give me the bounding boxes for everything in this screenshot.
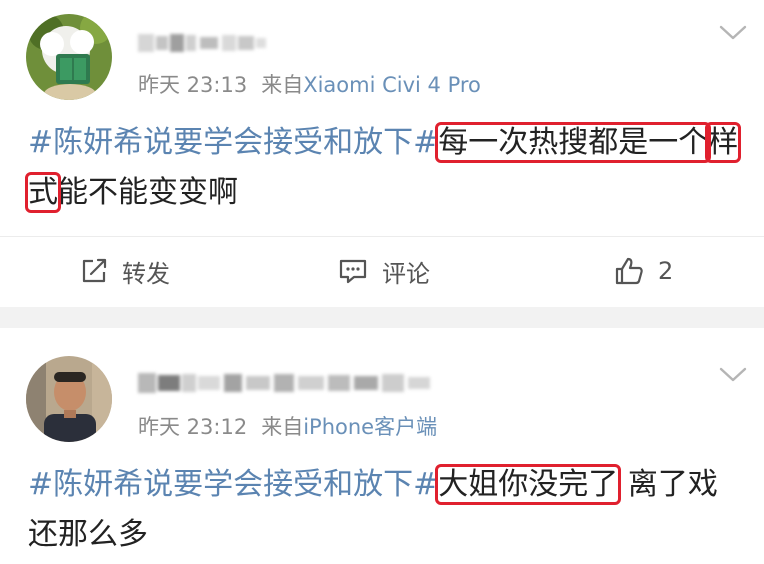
avatar-image (26, 14, 112, 100)
action-bar: 转发 评论 2 (0, 236, 764, 301)
repost-button[interactable]: 转发 (80, 255, 170, 288)
repost-icon (82, 258, 107, 283)
post-text: #陈妍希说要学会接受和放下#每一次热搜都是一个样式能不能变变啊 (24, 118, 746, 218)
post-meta: 昨天 23:13 来自Xiaomi Civi 4 Pro (138, 72, 481, 98)
post-source[interactable]: iPhone客户端 (303, 415, 437, 439)
comment-icon (339, 259, 367, 284)
post-text-tail: 能不能变变啊 (58, 175, 238, 210)
feed-post: 昨天 23:12 来自iPhone客户端 #陈妍希说要学会接受和放下#大姐你没完了… (0, 328, 764, 564)
username-blurred[interactable] (138, 30, 266, 56)
feed-separator (0, 307, 764, 328)
post-time: 昨天 23:12 (138, 415, 248, 439)
comment-button[interactable]: 评论 (338, 255, 430, 288)
highlighted-text: 每一次热搜都是一个 (435, 122, 712, 163)
chevron-down-icon[interactable] (718, 24, 748, 42)
source-prefix: 来自 (261, 415, 304, 439)
post-meta: 昨天 23:12 来自iPhone客户端 (138, 414, 437, 440)
comment-label: 评论 (382, 259, 430, 288)
avatar[interactable] (26, 356, 112, 442)
like-button[interactable]: 2 (614, 255, 673, 287)
avatar-image (26, 356, 112, 442)
post-time: 昨天 23:13 (138, 73, 248, 97)
source-prefix: 来自 (261, 73, 304, 97)
hashtag-link[interactable]: #陈妍希说要学会接受和放下# (28, 125, 438, 160)
chevron-down-icon[interactable] (718, 366, 748, 384)
post-source[interactable]: Xiaomi Civi 4 Pro (303, 73, 481, 97)
post-text: #陈妍希说要学会接受和放下#大姐你没完了 离了戏还那么多 (28, 460, 746, 560)
repost-label: 转发 (122, 259, 170, 288)
hashtag-link[interactable]: #陈妍希说要学会接受和放下# (28, 467, 438, 502)
feed-post: 昨天 23:13 来自Xiaomi Civi 4 Pro #陈妍希说要学会接受和放… (0, 0, 764, 307)
like-count: 2 (658, 257, 674, 285)
avatar[interactable] (26, 14, 112, 100)
highlighted-text: 大姐你没完了 (435, 464, 622, 505)
like-icon (615, 257, 643, 285)
username-blurred[interactable] (138, 370, 430, 396)
